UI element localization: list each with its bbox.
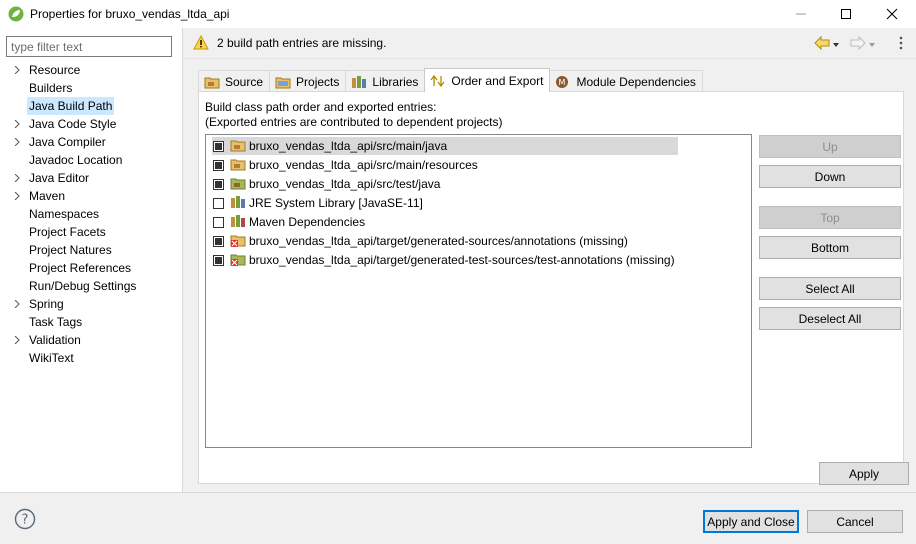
chevron-right-icon[interactable]: [12, 187, 22, 205]
svg-text:?: ?: [22, 513, 29, 528]
export-checkbox[interactable]: [213, 159, 224, 171]
library-icon: [230, 195, 246, 211]
down-button[interactable]: Down: [759, 165, 901, 188]
back-arrow-icon[interactable]: [814, 35, 830, 53]
source-folder-icon: [230, 157, 246, 173]
properties-navigation: Resource Builders Java Build Path Java C…: [0, 28, 183, 492]
tree-item-builders[interactable]: Builders: [0, 79, 183, 97]
source-folder-icon: [204, 75, 220, 89]
tree-item-resource[interactable]: Resource: [0, 61, 183, 79]
projects-icon: [275, 75, 291, 89]
tree-item-project-facets[interactable]: Project Facets: [0, 223, 183, 241]
order-export-icon: [430, 74, 446, 88]
libraries-icon: [351, 75, 367, 89]
property-tree: Resource Builders Java Build Path Java C…: [0, 61, 183, 367]
history-navigation: [814, 35, 876, 53]
export-checkbox[interactable]: [213, 235, 224, 247]
chevron-right-icon[interactable]: [12, 133, 22, 151]
top-button[interactable]: Top: [759, 206, 901, 229]
tree-item-run-debug-settings[interactable]: Run/Debug Settings: [0, 277, 183, 295]
tree-item-java-editor[interactable]: Java Editor: [0, 169, 183, 187]
panel-description: Build class path order and exported entr…: [205, 100, 503, 129]
close-button[interactable]: [869, 0, 915, 28]
forward-arrow-icon[interactable]: [850, 35, 866, 53]
deselect-all-button[interactable]: Deselect All: [759, 307, 901, 330]
back-dropdown-icon[interactable]: [832, 38, 840, 52]
cancel-button[interactable]: Cancel: [807, 510, 903, 533]
dialog-footer: ? Apply and Close Cancel: [0, 492, 916, 544]
spring-leaf-icon: [8, 6, 24, 22]
source-folder-icon: [230, 138, 246, 154]
window-title: Properties for bruxo_vendas_ltda_api: [30, 7, 230, 21]
tree-item-spring[interactable]: Spring: [0, 295, 183, 313]
missing-folder-icon: [230, 233, 246, 249]
chevron-right-icon[interactable]: [12, 115, 22, 133]
tree-item-maven[interactable]: Maven: [0, 187, 183, 205]
minimize-button[interactable]: [778, 0, 824, 28]
maximize-icon: [841, 9, 851, 19]
build-path-tabs: Source Projects Libraries Order and Expo…: [198, 68, 703, 92]
list-item[interactable]: bruxo_vendas_ltda_api/target/generated-t…: [212, 251, 676, 269]
order-and-export-panel: Build class path order and exported entr…: [198, 91, 904, 484]
up-button[interactable]: Up: [759, 135, 901, 158]
export-checkbox[interactable]: [213, 254, 224, 266]
tree-item-validation[interactable]: Validation: [0, 331, 183, 349]
library-icon: [230, 214, 246, 230]
chevron-right-icon[interactable]: [12, 295, 22, 313]
apply-and-close-button[interactable]: Apply and Close: [703, 510, 799, 533]
status-message: 2 build path entries are missing.: [217, 36, 387, 50]
export-checkbox[interactable]: [213, 197, 224, 209]
missing-folder-icon: [230, 252, 246, 268]
bottom-button[interactable]: Bottom: [759, 236, 901, 259]
list-item[interactable]: bruxo_vendas_ltda_api/target/generated-s…: [212, 232, 629, 250]
tree-item-java-code-style[interactable]: Java Code Style: [0, 115, 183, 133]
module-icon: M: [555, 75, 571, 89]
list-item[interactable]: Maven Dependencies: [212, 213, 366, 231]
svg-text:M: M: [559, 78, 566, 87]
chevron-right-icon[interactable]: [12, 169, 22, 187]
title-bar: Properties for bruxo_vendas_ltda_api: [0, 0, 916, 28]
page-content: 2 build path entries are missing. Source…: [184, 28, 916, 492]
apply-button[interactable]: Apply: [819, 462, 909, 485]
tree-item-java-build-path[interactable]: Java Build Path: [0, 97, 183, 115]
tab-libraries[interactable]: Libraries: [345, 70, 426, 92]
close-icon: [886, 8, 898, 20]
chevron-right-icon[interactable]: [12, 61, 22, 79]
forward-dropdown-icon[interactable]: [868, 38, 876, 52]
export-checkbox[interactable]: [213, 140, 224, 152]
tree-item-task-tags[interactable]: Task Tags: [0, 313, 183, 331]
view-menu-icon[interactable]: [899, 36, 903, 53]
tree-item-java-compiler[interactable]: Java Compiler: [0, 133, 183, 151]
tab-order-and-export[interactable]: Order and Export: [424, 68, 551, 92]
message-bar: 2 build path entries are missing.: [184, 28, 916, 58]
tree-item-namespaces[interactable]: Namespaces: [0, 205, 183, 223]
tree-item-javadoc-location[interactable]: Javadoc Location: [0, 151, 183, 169]
tree-item-project-natures[interactable]: Project Natures: [0, 241, 183, 259]
export-checkbox[interactable]: [213, 178, 224, 190]
warning-icon: [193, 34, 209, 53]
test-folder-icon: [230, 176, 246, 192]
tree-item-project-references[interactable]: Project References: [0, 259, 183, 277]
tab-source[interactable]: Source: [198, 70, 271, 92]
export-checkbox[interactable]: [213, 216, 224, 228]
tree-item-wikitext[interactable]: WikiText: [0, 349, 183, 367]
filter-input[interactable]: [6, 36, 172, 57]
minimize-icon: [796, 13, 806, 15]
tab-module-dependencies[interactable]: M Module Dependencies: [549, 70, 703, 92]
list-item[interactable]: bruxo_vendas_ltda_api/src/test/java: [212, 175, 441, 193]
list-item[interactable]: bruxo_vendas_ltda_api/src/main/java: [212, 137, 678, 155]
classpath-entry-list[interactable]: bruxo_vendas_ltda_api/src/main/java brux…: [205, 134, 752, 448]
help-icon[interactable]: ?: [14, 508, 36, 533]
maximize-button[interactable]: [823, 0, 869, 28]
divider: [184, 58, 916, 59]
tab-projects[interactable]: Projects: [269, 70, 347, 92]
chevron-right-icon[interactable]: [12, 331, 22, 349]
select-all-button[interactable]: Select All: [759, 277, 901, 300]
list-item[interactable]: bruxo_vendas_ltda_api/src/main/resources: [212, 156, 479, 174]
list-item[interactable]: JRE System Library [JavaSE-11]: [212, 194, 424, 212]
